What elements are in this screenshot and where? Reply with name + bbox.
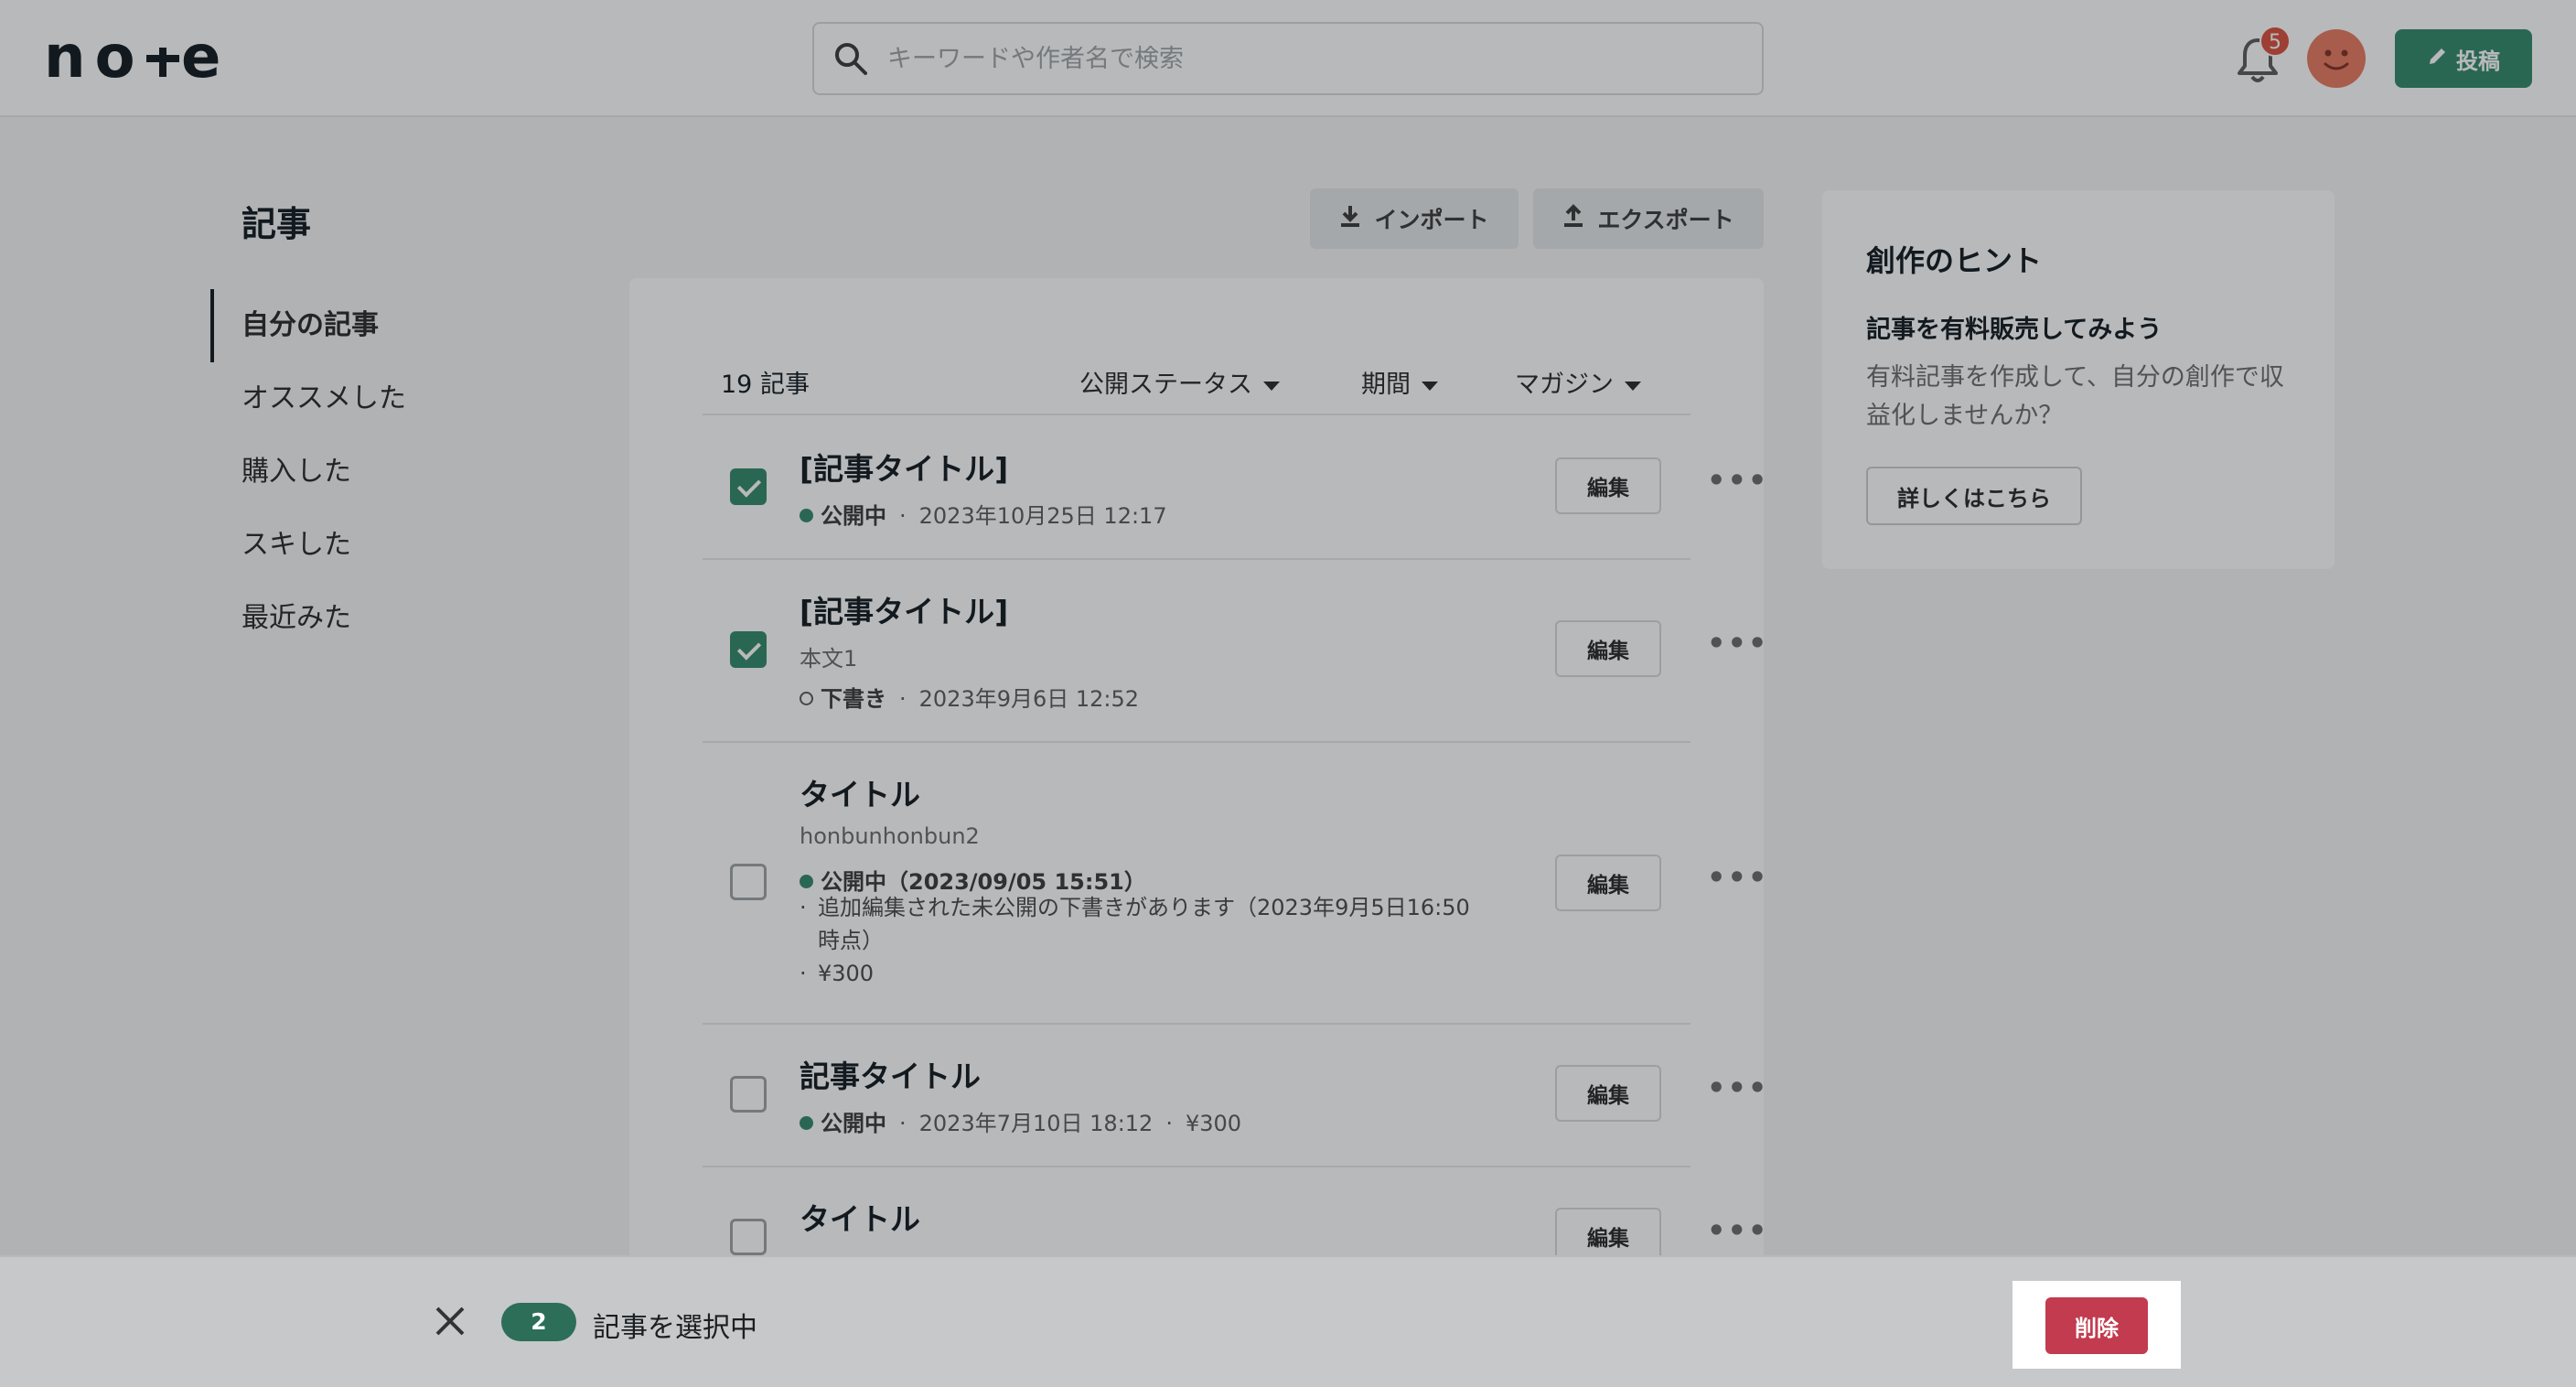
close-icon[interactable] xyxy=(434,1305,467,1338)
delete-button[interactable]: 削除 xyxy=(2045,1297,2148,1354)
dim-overlay xyxy=(0,0,2576,1255)
selected-count-badge: 2 xyxy=(501,1303,576,1341)
selection-bar: 2 記事を選択中 削除 xyxy=(0,1255,2576,1387)
selected-text: 記事を選択中 xyxy=(593,1312,757,1344)
delete-highlight: 削除 xyxy=(2012,1281,2181,1369)
